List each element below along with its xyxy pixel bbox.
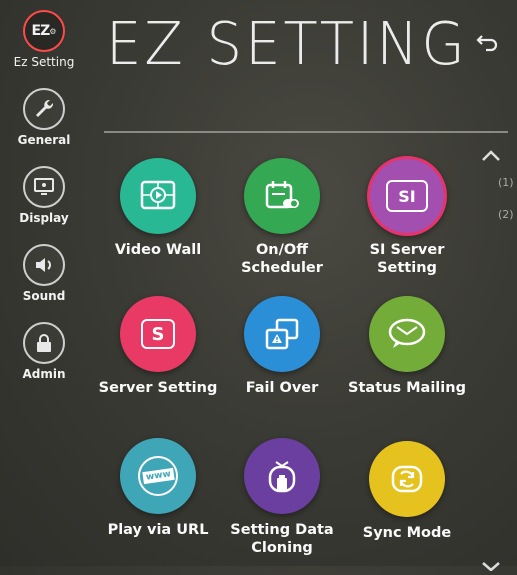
tile-label: Video Wall [114, 242, 202, 258]
scroll-up-button[interactable] [480, 148, 502, 162]
tile-label: Sync Mode [362, 525, 452, 541]
tile-label: Play via URL [107, 522, 209, 538]
video-wall-icon [120, 158, 196, 234]
wrench-icon [23, 88, 65, 130]
page-title: EZ SETTING [106, 10, 468, 79]
tile-on-off-scheduler[interactable]: On/Off Scheduler [222, 158, 342, 277]
tile-label: Setting Data Cloning [230, 522, 334, 556]
speaker-icon [23, 244, 65, 286]
sidebar-item-label: Display [19, 211, 69, 225]
ez-setting-icon: EZ ⚙ [23, 10, 65, 52]
tile-label: On/Off Scheduler [241, 242, 323, 276]
sidebar-item-sound[interactable]: Sound [0, 244, 88, 303]
chevron-up-icon [482, 150, 500, 161]
back-icon [476, 35, 498, 52]
tile-label: Server Setting [98, 380, 218, 396]
sidebar-item-label: Sound [22, 289, 66, 303]
back-button[interactable] [474, 30, 500, 54]
tile-status-mailing[interactable]: Status Mailing [347, 296, 467, 397]
page-marker: (2) [498, 208, 514, 221]
tile-si-server-setting[interactable]: SI SI Server Setting [347, 156, 467, 277]
tile-label: Fail Over [245, 380, 319, 396]
sync-icon [369, 441, 445, 517]
page-marker: (1) [498, 176, 514, 189]
sidebar-item-label: General [17, 133, 71, 147]
play-url-icon: www [120, 438, 196, 514]
lock-icon [23, 322, 65, 364]
mail-icon [369, 296, 445, 372]
sidebar-item-label: Admin [22, 367, 66, 381]
sidebar-item-label: Ez Setting [13, 55, 75, 69]
sidebar: EZ ⚙ Ez Setting General Display Sound Adm… [0, 0, 88, 566]
tile-label: Status Mailing [348, 380, 466, 396]
sidebar-item-ez-setting[interactable]: EZ ⚙ Ez Setting [0, 10, 88, 69]
tile-video-wall[interactable]: Video Wall [98, 158, 218, 259]
scroll-down-button[interactable] [480, 556, 502, 572]
si-server-icon: SI [367, 156, 447, 236]
scheduler-icon [244, 158, 320, 234]
tile-fail-over[interactable]: Fail Over [222, 296, 342, 397]
chevron-down-icon [482, 562, 500, 572]
tile-server-setting[interactable]: S Server Setting [98, 296, 218, 397]
tile-label: SI Server Setting [369, 242, 445, 276]
fail-over-icon [244, 296, 320, 372]
sidebar-item-display[interactable]: Display [0, 166, 88, 225]
tile-setting-data-cloning[interactable]: Setting Data Cloning [222, 438, 342, 557]
cloning-icon [244, 438, 320, 514]
sidebar-item-general[interactable]: General [0, 88, 88, 147]
display-icon [23, 166, 65, 208]
server-setting-icon: S [120, 296, 196, 372]
tile-sync-mode[interactable]: Sync Mode [347, 441, 467, 542]
tile-play-via-url[interactable]: www Play via URL [98, 438, 218, 539]
sidebar-item-admin[interactable]: Admin [0, 322, 88, 381]
header-divider [104, 131, 508, 133]
